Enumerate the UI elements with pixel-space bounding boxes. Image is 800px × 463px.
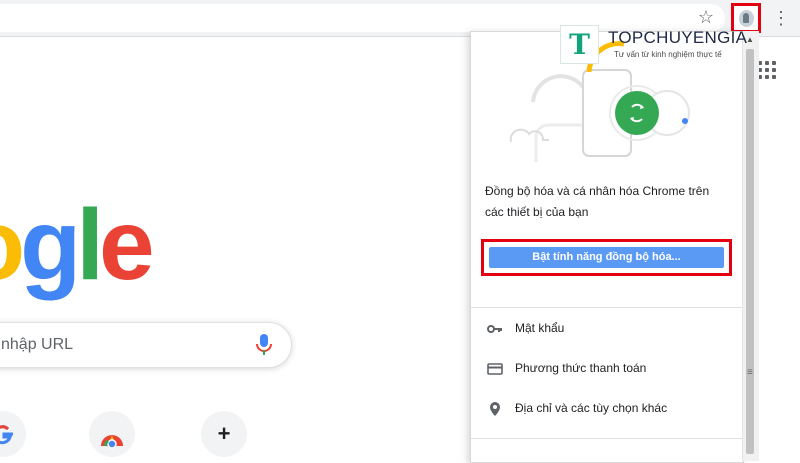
menu-item-addresses[interactable]: Địa chỉ và các tùy chọn khác <box>471 389 743 429</box>
profile-avatar-icon <box>739 10 754 27</box>
location-pin-icon <box>490 402 500 416</box>
watermark-letter: T <box>569 28 590 61</box>
logo-letter: e <box>98 189 155 301</box>
google-g-icon <box>0 425 13 445</box>
turn-on-sync-button[interactable]: Bật tính năng đồng bộ hóa... <box>489 247 724 268</box>
divider <box>471 438 743 439</box>
add-shortcut-button[interactable]: + <box>201 411 247 457</box>
menu-item-payment-methods[interactable]: Phương thức thanh toán <box>471 349 743 389</box>
shortcut-tile[interactable] <box>0 411 26 457</box>
google-logo: ogle <box>0 189 155 301</box>
plus-icon: + <box>217 421 231 446</box>
logo-letter: g <box>20 189 81 301</box>
google-apps-icon[interactable] <box>758 61 776 79</box>
menu-item-label: Phương thức thanh toán <box>515 361 647 375</box>
menu-item-passwords[interactable]: Mật khẩu <box>471 309 743 349</box>
chrome-icon <box>101 435 123 449</box>
scrollbar-thumb[interactable] <box>746 49 754 454</box>
profile-sync-panel: Đồng bộ hóa và cá nhân hóa Chrome trên c… <box>470 31 744 463</box>
divider <box>471 307 743 308</box>
scroll-grip-icon: ≡ <box>747 367 753 378</box>
shortcut-tile[interactable] <box>89 411 135 457</box>
menu-item-label: Địa chỉ và các tùy chọn khác <box>515 401 668 415</box>
microphone-icon[interactable] <box>255 333 273 357</box>
watermark-name: TOPCHUYENGIA <box>608 28 748 47</box>
search-box[interactable]: nhập URL <box>0 322 292 368</box>
sync-description: Đồng bộ hóa và cá nhân hóa Chrome trên c… <box>485 184 710 219</box>
turn-on-sync-highlight: Bật tính năng đồng bộ hóa... <box>481 239 732 276</box>
credit-card-icon <box>487 363 503 375</box>
watermark-logo: T <box>560 25 599 64</box>
menu-item-label: Mật khẩu <box>515 321 565 335</box>
panel-scrollbar[interactable]: ▲ ≡ <box>742 31 759 461</box>
logo-letter: o <box>0 195 25 295</box>
chrome-menu-icon[interactable]: ⋮ <box>772 6 790 30</box>
key-icon <box>487 325 502 333</box>
search-placeholder: nhập URL <box>1 336 74 353</box>
watermark-tagline: Tư vấn từ kinh nghiệm thực tế <box>614 50 722 59</box>
bookmark-star-icon[interactable]: ☆ <box>696 7 716 27</box>
logo-letter: l <box>76 189 104 301</box>
